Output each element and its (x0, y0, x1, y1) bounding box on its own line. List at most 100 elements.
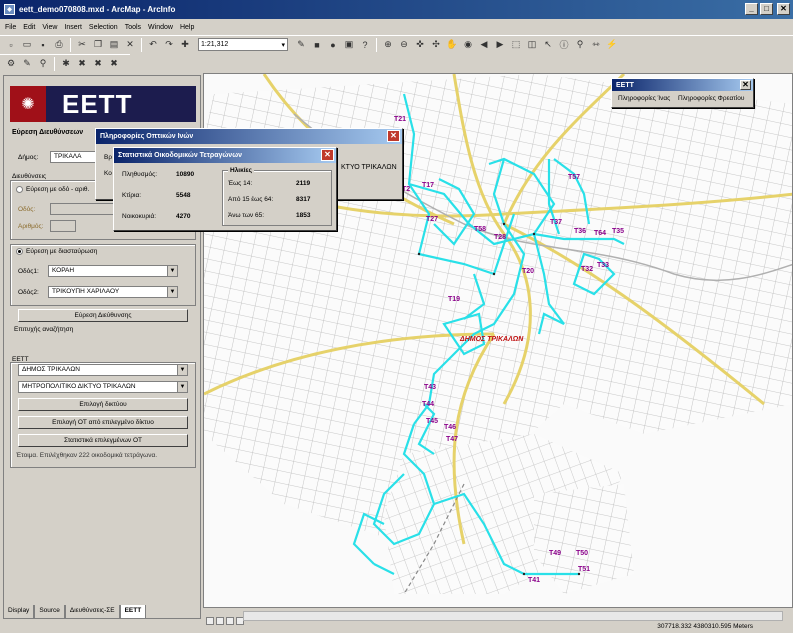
find-icon[interactable]: ⚲ (573, 38, 587, 52)
menu-selection[interactable]: Selection (89, 24, 118, 31)
toolbar-separator (54, 56, 55, 71)
street1-combo[interactable]: ΚΟΡΑΗ ▼ (48, 265, 178, 277)
minimize-button[interactable]: _ (745, 3, 758, 15)
street2-label: Οδός2: (18, 289, 39, 296)
identify-icon[interactable]: ⓘ (557, 38, 571, 52)
refresh-icon[interactable] (226, 617, 234, 625)
tool7-icon[interactable]: ✖ (107, 57, 121, 71)
zoom-out-icon[interactable]: ⊖ (397, 38, 411, 52)
buildings-label: Κτίρια: (122, 192, 142, 199)
fiber-info-menu-item[interactable]: Πληροφορίες Ίνας (618, 95, 670, 102)
menu-tools[interactable]: Tools (125, 24, 141, 31)
eett-combo-municipality[interactable]: ΔΗΜΟΣ ΤΡΙΚΑΛΩΝ ▼ (18, 364, 188, 376)
radio-icon (16, 248, 23, 255)
tool5-icon[interactable]: ✖ (75, 57, 89, 71)
select-features-icon[interactable]: ⬚ (509, 38, 523, 52)
map-label-t64: T64 (594, 230, 607, 237)
select-network-button[interactable]: Επιλογή δικτύου (18, 398, 188, 411)
close-button[interactable]: ✕ (777, 3, 790, 15)
age1-label: Έως 14: (228, 180, 253, 187)
radio-intersection[interactable]: Εύρεση με διασταύρωση (16, 248, 97, 255)
back-icon[interactable]: ◀ (477, 38, 491, 52)
coordinates-readout: 307718.332 4380310.595 Meters (657, 623, 753, 630)
map-label-t28: T28 (494, 234, 507, 241)
menu-window[interactable]: Window (148, 24, 173, 31)
map-label-t36: T36 (574, 228, 587, 235)
manhole-info-menu-item[interactable]: Πληροφορίες Φρεατίου (678, 95, 744, 102)
print-icon[interactable]: ⎙ (52, 38, 66, 52)
menu-edit[interactable]: Edit (23, 24, 35, 31)
hyperlink-icon[interactable]: ⚡ (605, 38, 619, 52)
whats-this-icon[interactable]: ? (358, 38, 372, 52)
stats-button[interactable]: Στατιστικά επιλεγμένων ΟΤ (18, 434, 188, 447)
new-icon[interactable]: ▫ (4, 38, 18, 52)
clear-selection-icon[interactable]: ◫ (525, 38, 539, 52)
open-icon[interactable]: ▭ (20, 38, 34, 52)
toc-tabs: Display Source Διευθύνσεις-ΣΕ ΕΕΤΤ (3, 605, 147, 619)
arctoolbox-icon[interactable]: ■ (310, 38, 324, 52)
tool6-icon[interactable]: ✖ (91, 57, 105, 71)
measure-icon[interactable]: ⇿ (589, 38, 603, 52)
map-label-t43: T43 (424, 384, 437, 391)
chevron-down-icon: ▼ (167, 266, 177, 276)
full-extent-icon[interactable]: ◉ (461, 38, 475, 52)
stats-dialog-title: Στατιστικά Οικοδομικών Τετραγώνων (118, 152, 243, 159)
tool2-icon[interactable]: ✎ (20, 57, 34, 71)
status-bar: 307718.332 4380310.595 Meters (203, 609, 793, 633)
eett-toolbar-title-bar: ΕΕΤΤ ✕ (612, 79, 753, 91)
paste-icon[interactable]: ▤ (107, 38, 121, 52)
add-data-icon[interactable]: ✚ (178, 38, 192, 52)
pan-icon[interactable]: ✋ (445, 38, 459, 52)
save-icon[interactable]: ▪ (36, 38, 50, 52)
maximize-button[interactable]: □ (760, 3, 773, 15)
map-label-t58: T58 (474, 226, 487, 233)
arccatalog-icon[interactable]: ● (326, 38, 340, 52)
find-address-button[interactable]: Εύρεση Διεύθυνσης (18, 309, 188, 322)
horizontal-scrollbar[interactable] (243, 611, 783, 621)
tab-source[interactable]: Source (34, 605, 65, 619)
radio-street-label: Εύρεση με οδό - αριθ. (26, 186, 90, 194)
title-bar: ◆ eett_demo070808.mxd - ArcMap - ArcInfo… (0, 0, 793, 19)
layout-view-icon[interactable] (216, 617, 224, 625)
street2-combo[interactable]: ΤΡΙΚΟΥΠΗ ΧΑΡΙΛΑΟΥ ▼ (48, 286, 178, 298)
tab-eett[interactable]: ΕΕΤΤ (119, 605, 147, 619)
tab-addresses[interactable]: Διευθύνσεις-ΣΕ (64, 605, 120, 619)
data-view-icon[interactable] (206, 617, 214, 625)
menu-help[interactable]: Help (180, 24, 194, 31)
close-icon[interactable]: ✕ (387, 130, 400, 142)
number-field[interactable] (50, 220, 76, 232)
eett-combo1-value: ΔΗΜΟΣ ΤΡΙΚΑΛΩΝ (22, 366, 80, 373)
eett-combo-network[interactable]: ΜΗΤΡΟΠΟΛΙΤΙΚΟ ΔΙΚΤΥΟ ΤΡΙΚΑΛΩΝ ▼ (18, 381, 188, 393)
editor-icon[interactable]: ✎ (294, 38, 308, 52)
fixed-zoom-out-icon[interactable]: ✣ (429, 38, 443, 52)
radio-street[interactable]: Εύρεση με οδό - αριθ. (16, 186, 89, 193)
close-icon[interactable]: ✕ (321, 149, 334, 161)
map-label-t21: T21 (394, 116, 407, 123)
delete-icon[interactable]: ✕ (123, 38, 137, 52)
redo-icon[interactable]: ↷ (162, 38, 176, 52)
cut-icon[interactable]: ✂ (75, 38, 89, 52)
tool3-icon[interactable]: ⚲ (36, 57, 50, 71)
menu-file[interactable]: File (5, 24, 16, 31)
command-line-icon[interactable]: ▣ (342, 38, 356, 52)
map-label-t17: T17 (422, 182, 435, 189)
menu-insert[interactable]: Insert (64, 24, 82, 31)
copy-icon[interactable]: ❐ (91, 38, 105, 52)
tool4-icon[interactable]: ✱ (59, 57, 73, 71)
forward-icon[interactable]: ▶ (493, 38, 507, 52)
map-label-t35: T35 (612, 228, 625, 235)
select-elements-icon[interactable]: ↖ (541, 38, 555, 52)
undo-icon[interactable]: ↶ (146, 38, 160, 52)
population-value: 10890 (176, 171, 195, 178)
fixed-zoom-in-icon[interactable]: ✜ (413, 38, 427, 52)
close-icon[interactable]: ✕ (740, 80, 751, 90)
zoom-in-icon[interactable]: ⊕ (381, 38, 395, 52)
fiber-dialog-title-bar: Πληροφορίες Οπτικών Ινών ✕ (96, 129, 402, 144)
population-label: Πληθυσμός: (122, 171, 158, 178)
tool1-icon[interactable]: ⚙ (4, 57, 18, 71)
select-ot-button[interactable]: Επιλογή ΟΤ από επιλεγμένο δίκτυο (18, 416, 188, 429)
menu-view[interactable]: View (42, 24, 57, 31)
tab-display[interactable]: Display (3, 605, 35, 619)
scale-combo[interactable]: 1:21,312 ▾ (198, 38, 288, 51)
address-group-label: Διευθύνσεις (12, 173, 47, 180)
